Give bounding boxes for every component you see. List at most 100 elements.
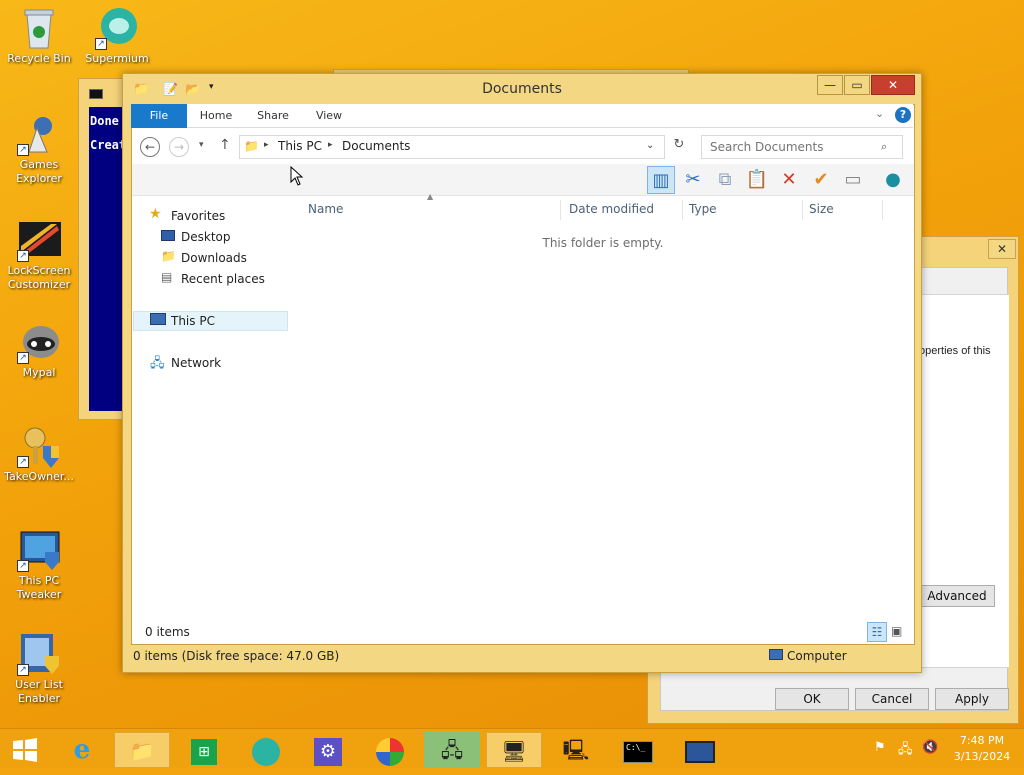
desktop-icon — [161, 230, 175, 241]
user-list-enabler-icon: ↗ — [17, 632, 61, 676]
apply-button[interactable]: Apply — [935, 688, 1009, 710]
advanced-button[interactable]: Advanced — [919, 585, 995, 607]
address-dropdown-icon[interactable]: ⌄ — [646, 140, 654, 151]
ribbon-expand-icon[interactable]: ⌄ — [875, 107, 884, 120]
column-name[interactable]: Name — [295, 200, 561, 220]
recent-places-icon: ▤ — [161, 270, 173, 284]
taskbar-clock[interactable]: 7:48 PM 3/13/2024 — [946, 733, 1018, 765]
details-view-icon[interactable]: ☷ — [867, 622, 887, 642]
volume-muted-icon[interactable]: 🔇 — [922, 740, 938, 755]
command-prompt-icon: C:\_ — [623, 740, 653, 763]
column-type[interactable]: Type — [685, 200, 803, 220]
breadcrumb-this-pc[interactable]: This PC — [278, 139, 322, 153]
tab-file[interactable]: File — [131, 104, 187, 128]
tab-home[interactable]: Home — [193, 104, 239, 128]
desktop-icon-label: TakeOwner... — [4, 470, 74, 483]
gear-icon: ⚙ — [314, 737, 342, 766]
address-bar[interactable]: 📁 ▸ This PC ▸ Documents ⌄ — [239, 135, 665, 159]
taskbar-supermium[interactable] — [238, 732, 294, 768]
this-pc-tweaker-icon: ↗ — [17, 528, 61, 572]
taskbar-settings[interactable]: ⚙ — [300, 732, 356, 768]
desktop-icon-this-pc-tweaker[interactable]: ↗ This PC Tweaker — [0, 528, 78, 602]
supermium-toolbar-icon[interactable]: ● — [879, 166, 907, 194]
desktop-icon-recycle-bin[interactable]: Recycle Bin — [0, 6, 78, 66]
large-icons-view-icon[interactable]: ▣ — [891, 624, 902, 638]
rename-check-icon[interactable]: ✔ — [807, 166, 835, 194]
minimize-button[interactable]: — — [817, 75, 843, 95]
delete-icon[interactable]: ✕ — [775, 166, 803, 194]
desktop-icon-label: Games Explorer — [16, 158, 62, 185]
system-properties-icon: 🖥 — [501, 739, 527, 763]
help-icon[interactable]: ? — [895, 107, 911, 123]
column-date-modified[interactable]: Date modified — [563, 200, 683, 220]
breadcrumb-documents[interactable]: Documents — [342, 139, 410, 153]
mouse-cursor-icon — [290, 166, 304, 186]
shortcut-arrow-icon: ↗ — [17, 352, 29, 364]
taskbar-this-pc-tweaker[interactable] — [672, 732, 728, 768]
tab-share[interactable]: Share — [251, 104, 295, 128]
desktop-icon-supermium[interactable]: ↗ Supermium — [78, 6, 156, 66]
supermium-icon — [252, 737, 280, 766]
column-size[interactable]: Size — [805, 200, 883, 220]
search-input[interactable] — [701, 135, 903, 159]
taskbar-system-properties[interactable]: 🖥 — [486, 732, 542, 768]
downloads-icon: 📁 — [161, 249, 176, 263]
action-center-flag-icon[interactable]: ⚑ — [874, 740, 886, 755]
copy-icon[interactable]: ⧉ — [711, 166, 739, 194]
taskbar-network-app[interactable]: 🖧 — [424, 732, 480, 768]
taskbar-store[interactable]: ⊞ — [176, 732, 232, 768]
takeowner-icon: ↗ — [17, 424, 61, 468]
paste-icon[interactable]: 📋 — [743, 166, 771, 194]
search-icon: ⌕ — [881, 140, 888, 153]
close-button[interactable]: ✕ — [871, 75, 915, 95]
nav-downloads[interactable]: Downloads — [181, 249, 247, 267]
nav-desktop[interactable]: Desktop — [181, 228, 231, 246]
recent-locations-icon[interactable]: ▾ — [199, 140, 204, 150]
start-button[interactable] — [0, 732, 50, 768]
up-icon[interactable]: ↑ — [219, 137, 231, 153]
preview-pane-icon[interactable]: ▥ — [647, 166, 675, 194]
desktop-icon-user-list-enabler[interactable]: ↗ User List Enabler — [0, 632, 78, 706]
taskbar-command-prompt[interactable]: C:\_ — [610, 732, 666, 768]
tab-view[interactable]: View — [307, 104, 351, 128]
taskbar-mypal[interactable] — [362, 732, 418, 768]
cancel-button[interactable]: Cancel — [855, 688, 929, 710]
desktop-icon-mypal[interactable]: ↗ Mypal — [0, 320, 78, 380]
shortcut-arrow-icon: ↗ — [17, 250, 29, 262]
ok-button[interactable]: OK — [775, 688, 849, 710]
explorer-window[interactable]: 📁 📝 📂 ▾ Documents — ▭ ✕ File Home Share … — [122, 73, 922, 673]
taskbar-file-explorer[interactable]: 📁 — [114, 732, 170, 768]
taskbar-internet-explorer[interactable]: e — [54, 732, 110, 768]
nav-favorites[interactable]: Favorites — [171, 207, 225, 225]
status-computer: Computer — [787, 649, 847, 663]
nav-recent-places[interactable]: Recent places — [181, 270, 265, 288]
desktop-icon-label: Recycle Bin — [7, 52, 71, 65]
network-tray-icon[interactable]: 🖧 — [898, 740, 913, 762]
taskbar-remote-app[interactable]: 🖳 — [548, 732, 604, 768]
dialog-text: operties of this — [919, 345, 991, 357]
nav-this-pc[interactable]: This PC — [171, 312, 215, 330]
desktop-icon-lockscreen-customizer[interactable]: ↗ LockScreen Customizer — [0, 218, 78, 292]
breadcrumb-separator-icon: ▸ — [328, 140, 333, 150]
dialog-close-button[interactable]: ✕ — [988, 239, 1016, 259]
back-icon[interactable]: ← — [140, 137, 160, 157]
maximize-button[interactable]: ▭ — [844, 75, 870, 95]
taskbar: e 📁 ⊞ ⚙ 🖧 🖥 🖳 C:\_ ⚑ 🖧 🔇 7:48 PM 3/13/20… — [0, 728, 1024, 768]
shortcut-arrow-icon: ↗ — [17, 144, 29, 156]
shortcut-arrow-icon: ↗ — [17, 560, 29, 572]
desktop-icon-games-explorer[interactable]: ↗ Games Explorer — [0, 112, 78, 186]
properties-icon[interactable]: ▭ — [839, 166, 867, 194]
cut-icon[interactable]: ✂ — [679, 166, 707, 194]
status-disk-space: 0 items (Disk free space: 47.0 GB) — [133, 649, 340, 663]
desktop-icon-takeowner[interactable]: ↗ TakeOwner... — [0, 424, 78, 484]
clock-date: 3/13/2024 — [953, 750, 1011, 763]
forward-icon[interactable]: → — [169, 137, 189, 157]
computer-icon — [769, 649, 783, 660]
shortcut-arrow-icon: ↗ — [95, 38, 107, 50]
refresh-icon[interactable]: ↻ — [669, 137, 689, 157]
empty-folder-message: This folder is empty. — [542, 236, 664, 250]
window-title: Documents — [482, 81, 562, 97]
windows-logo-icon — [13, 738, 37, 762]
nav-network[interactable]: Network — [171, 354, 221, 372]
explorer-titlebar[interactable]: 📁 📝 📂 ▾ Documents — ▭ ✕ — [123, 74, 921, 104]
